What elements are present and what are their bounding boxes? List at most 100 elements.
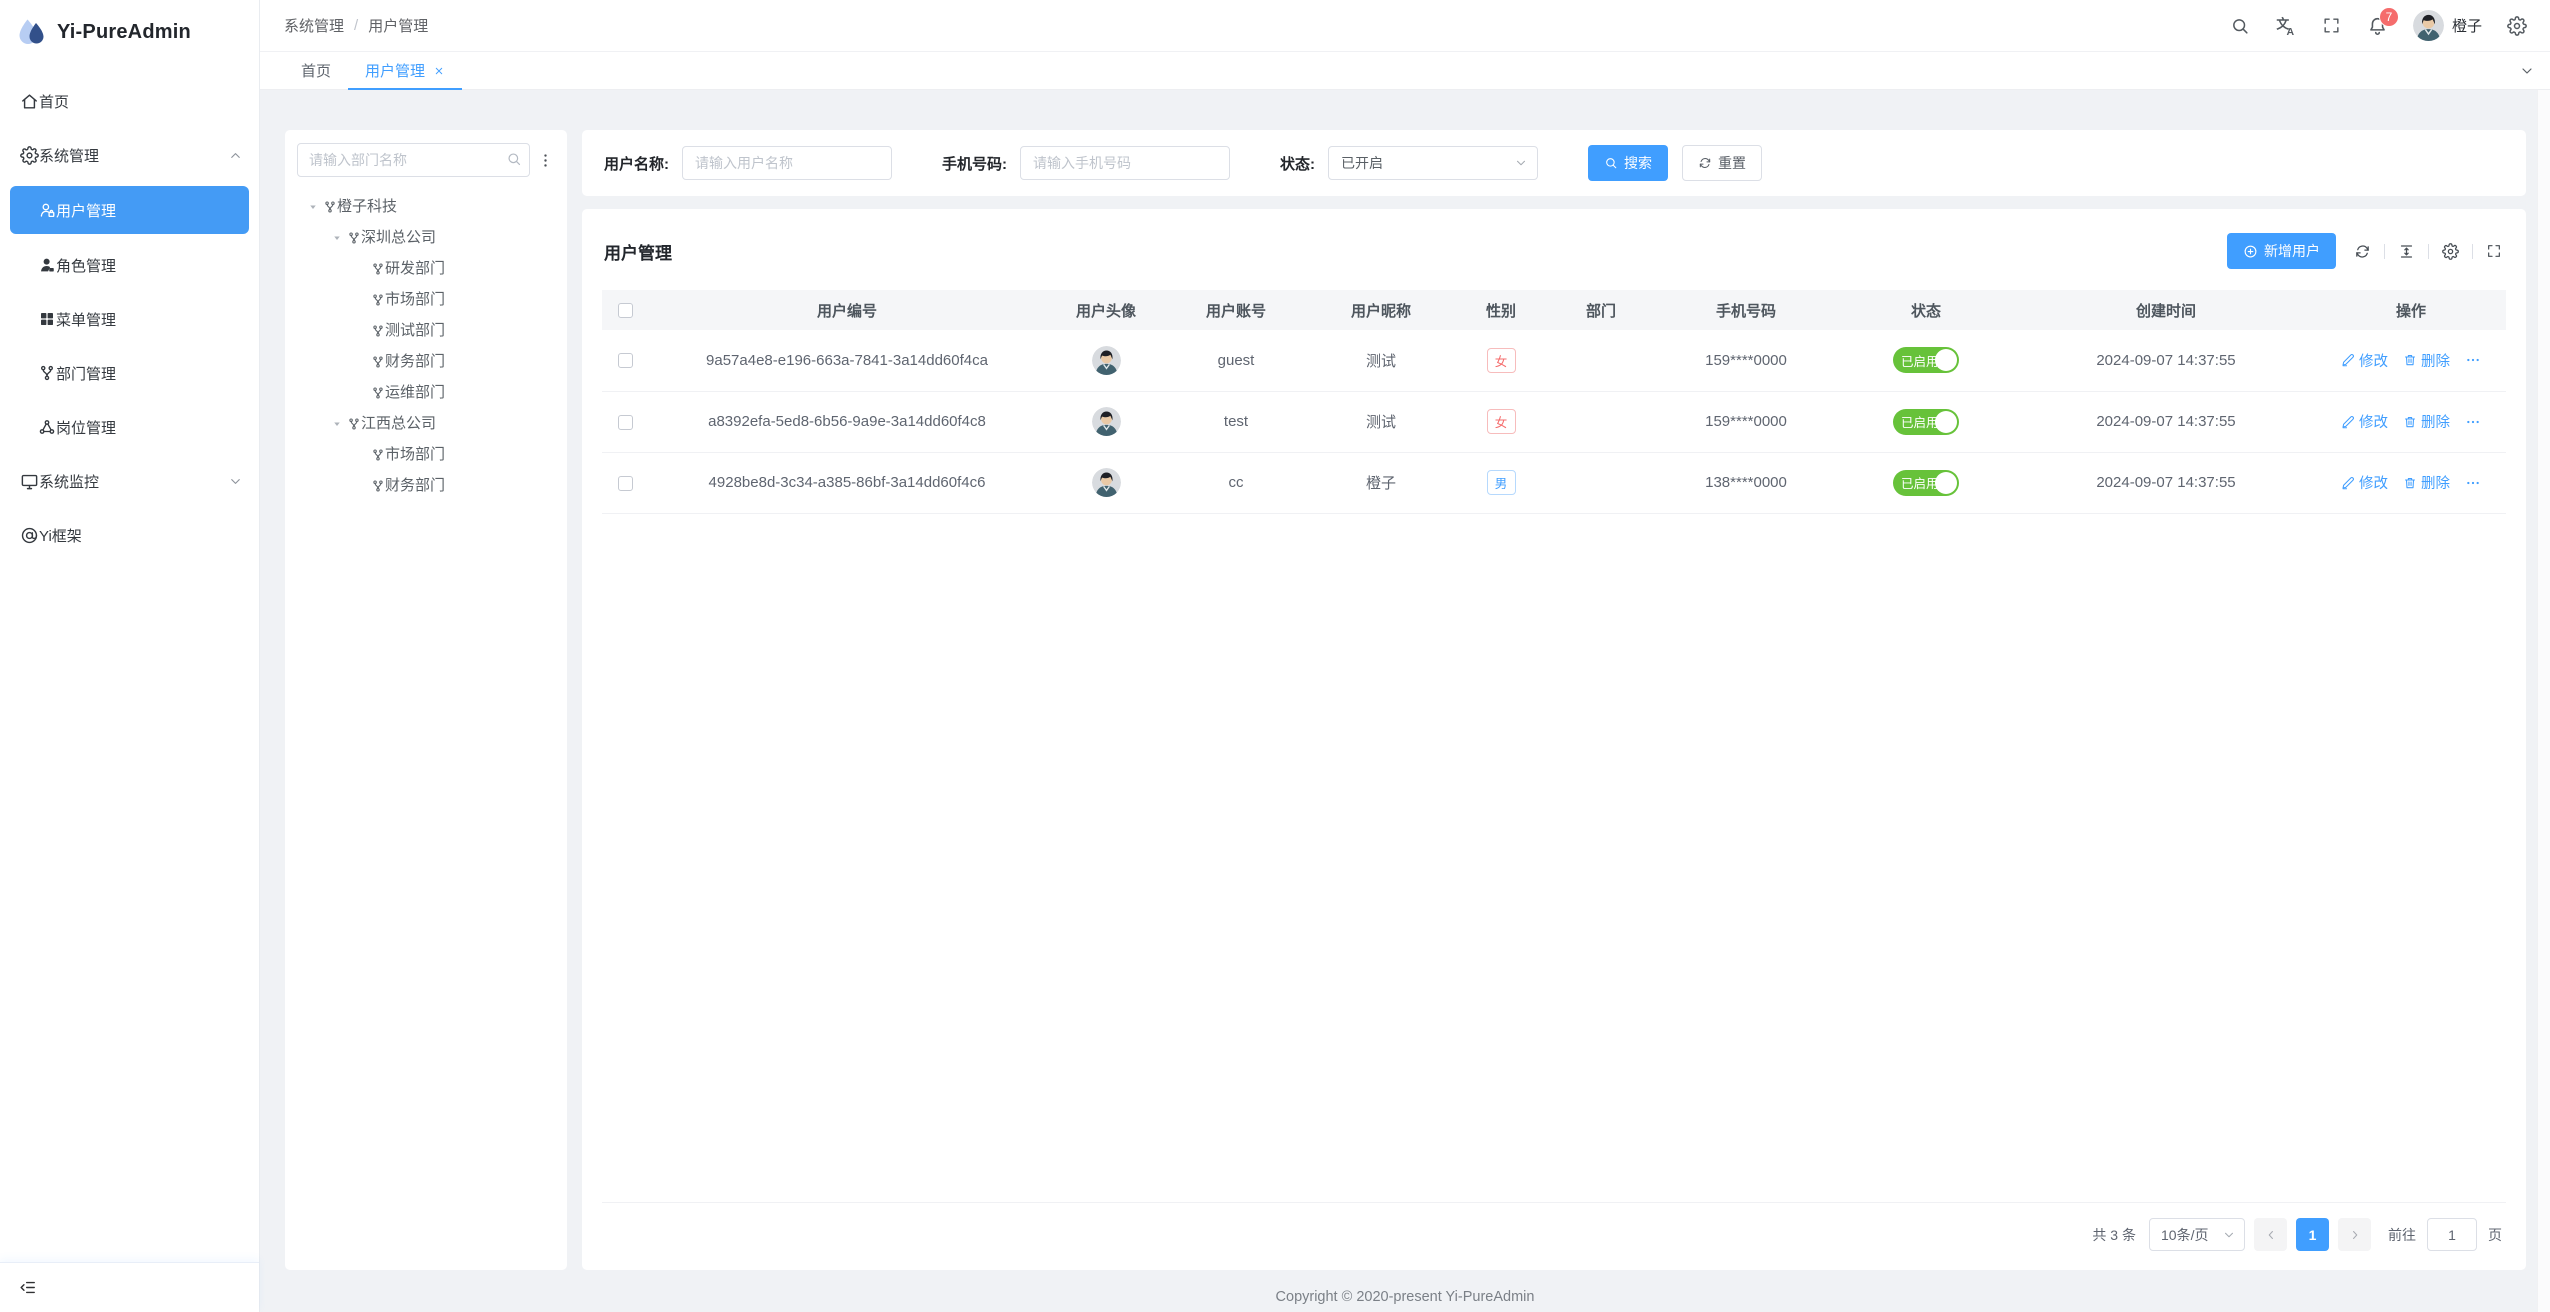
tree-node[interactable]: 市场部门 bbox=[297, 439, 555, 470]
column-header-status: 状态 bbox=[1836, 290, 2016, 330]
app-title: Yi-PureAdmin bbox=[57, 21, 191, 44]
refresh-table-button[interactable] bbox=[2352, 243, 2373, 260]
status-toggle[interactable]: 已启用 bbox=[1893, 409, 1959, 435]
settings-button[interactable] bbox=[2494, 0, 2540, 52]
tree-node[interactable]: 市场部门 bbox=[297, 284, 555, 315]
user-menu[interactable]: 橙子 bbox=[2401, 10, 2494, 41]
chevron-up-icon bbox=[228, 148, 243, 163]
avatar bbox=[2413, 10, 2444, 41]
search-icon bbox=[1604, 156, 1618, 170]
cell-dept bbox=[1546, 452, 1656, 513]
table-fullscreen-button[interactable] bbox=[2484, 243, 2504, 259]
tree-node[interactable]: 研发部门 bbox=[297, 253, 555, 284]
delete-button[interactable]: 删除 bbox=[2403, 472, 2450, 493]
delete-button[interactable]: 删除 bbox=[2403, 411, 2450, 432]
breadcrumb-item[interactable]: 系统管理 bbox=[284, 15, 344, 36]
row-checkbox[interactable] bbox=[618, 415, 633, 430]
row-density-icon bbox=[2398, 243, 2415, 260]
more-actions-button[interactable] bbox=[2465, 352, 2481, 368]
app-root: Yi-PureAdmin 首页系统管理用户管理角色管理菜单管理部门管理岗位管理系… bbox=[0, 0, 2550, 1312]
more-actions-button[interactable] bbox=[2465, 475, 2481, 491]
tabs-menu-button[interactable] bbox=[2510, 52, 2544, 90]
tree-node[interactable]: 财务部门 bbox=[297, 470, 555, 501]
notifications-button[interactable]: 7 bbox=[2355, 0, 2401, 52]
tree-node-label: 财务部门 bbox=[385, 470, 445, 501]
tree-node[interactable]: 测试部门 bbox=[297, 315, 555, 346]
tree-more-button[interactable] bbox=[535, 145, 555, 175]
sidebar-item-role-management[interactable]: 角色管理 bbox=[0, 242, 259, 288]
page-size-select[interactable]: 10条/页 bbox=[2149, 1218, 2245, 1251]
search-button[interactable] bbox=[2217, 0, 2263, 52]
tree-node[interactable]: 橙子科技 bbox=[297, 191, 555, 222]
sidebar-item-label: 首页 bbox=[39, 91, 69, 112]
caret-down-icon[interactable] bbox=[303, 201, 323, 213]
pencil-icon bbox=[2341, 476, 2355, 490]
status-toggle[interactable]: 已启用 bbox=[1893, 347, 1959, 373]
cell-status: 已启用 bbox=[1836, 452, 2016, 513]
phone-number-input[interactable] bbox=[1020, 146, 1230, 180]
caret-down-icon[interactable] bbox=[327, 418, 347, 430]
breadcrumb-item[interactable]: 用户管理 bbox=[368, 15, 428, 36]
tree-node-label: 市场部门 bbox=[385, 439, 445, 470]
gender-tag: 男 bbox=[1487, 470, 1516, 495]
sidebar-item-system-monitor[interactable]: 系统监控 bbox=[0, 458, 259, 504]
tree-node[interactable]: 运维部门 bbox=[297, 377, 555, 408]
edit-button[interactable]: 修改 bbox=[2341, 472, 2388, 493]
page-number-button[interactable]: 1 bbox=[2296, 1218, 2329, 1251]
prev-page-button[interactable] bbox=[2254, 1218, 2287, 1251]
sidebar-item-dept-management[interactable]: 部门管理 bbox=[0, 350, 259, 396]
divider bbox=[2428, 244, 2429, 259]
sidebar-item-label: 岗位管理 bbox=[56, 417, 116, 438]
search-submit-button[interactable]: 搜索 bbox=[1588, 145, 1668, 181]
goto-page-input[interactable] bbox=[2427, 1218, 2477, 1251]
delete-button[interactable]: 删除 bbox=[2403, 350, 2450, 371]
tab-home[interactable]: 首页 bbox=[284, 52, 348, 89]
caret-down-icon[interactable] bbox=[327, 232, 347, 244]
sidebar-item-post-management[interactable]: 岗位管理 bbox=[0, 404, 259, 450]
reset-button[interactable]: 重置 bbox=[1682, 145, 1762, 181]
page-content: 橙子科技深圳总公司研发部门市场部门测试部门财务部门运维部门江西总公司市场部门财务… bbox=[260, 90, 2550, 1282]
density-button[interactable] bbox=[2396, 243, 2417, 260]
sidebar-item-label: 系统监控 bbox=[39, 471, 99, 492]
edit-button[interactable]: 修改 bbox=[2341, 411, 2388, 432]
sidebar-item-menu-management[interactable]: 菜单管理 bbox=[0, 296, 259, 342]
scrollbar[interactable] bbox=[2537, 52, 2550, 1312]
status-select[interactable]: 已开启 bbox=[1328, 146, 1538, 180]
sidebar-item-yi-framework[interactable]: Yi框架 bbox=[0, 512, 259, 558]
collapse-sidebar-icon[interactable] bbox=[18, 1278, 37, 1297]
tab-user-management[interactable]: 用户管理 bbox=[348, 52, 462, 89]
tree-node[interactable]: 财务部门 bbox=[297, 346, 555, 377]
row-checkbox[interactable] bbox=[618, 353, 633, 368]
tree-node[interactable]: 江西总公司 bbox=[297, 408, 555, 439]
dept-icon bbox=[371, 324, 385, 338]
close-tab-button[interactable] bbox=[433, 65, 445, 77]
chevron-down-icon bbox=[228, 474, 243, 489]
next-page-button[interactable] bbox=[2338, 1218, 2371, 1251]
tree-node-label: 深圳总公司 bbox=[361, 222, 436, 253]
sidebar-item-system-management[interactable]: 系统管理 bbox=[0, 132, 259, 178]
user-name-input[interactable] bbox=[682, 146, 892, 180]
sidebar-menu: 首页系统管理用户管理角色管理菜单管理部门管理岗位管理系统监控 Yi框架 bbox=[0, 64, 259, 1262]
user-lock-icon bbox=[38, 201, 56, 219]
column-settings-button[interactable] bbox=[2440, 243, 2461, 260]
logo[interactable]: Yi-PureAdmin bbox=[0, 0, 259, 64]
role-icon bbox=[38, 256, 56, 274]
language-button[interactable]: 文A bbox=[2263, 0, 2309, 52]
menu-grid-icon bbox=[38, 310, 56, 328]
gender-tag: 女 bbox=[1487, 409, 1516, 434]
row-checkbox[interactable] bbox=[618, 476, 633, 491]
status-toggle[interactable]: 已启用 bbox=[1893, 470, 1959, 496]
sidebar-item-home[interactable]: 首页 bbox=[0, 78, 259, 124]
cell-created: 2024-09-07 14:37:55 bbox=[2016, 391, 2316, 452]
department-search-input[interactable] bbox=[297, 143, 530, 177]
sidebar-item-user-management[interactable]: 用户管理 bbox=[10, 186, 249, 234]
tree-node[interactable]: 深圳总公司 bbox=[297, 222, 555, 253]
cell-status: 已启用 bbox=[1836, 330, 2016, 391]
select-all-checkbox[interactable] bbox=[618, 303, 633, 318]
department-tree: 橙子科技深圳总公司研发部门市场部门测试部门财务部门运维部门江西总公司市场部门财务… bbox=[297, 191, 555, 501]
cell-avatar bbox=[1046, 330, 1166, 391]
fullscreen-button[interactable] bbox=[2309, 0, 2355, 52]
add-user-button[interactable]: 新增用户 bbox=[2227, 233, 2336, 269]
edit-button[interactable]: 修改 bbox=[2341, 350, 2388, 371]
more-actions-button[interactable] bbox=[2465, 414, 2481, 430]
